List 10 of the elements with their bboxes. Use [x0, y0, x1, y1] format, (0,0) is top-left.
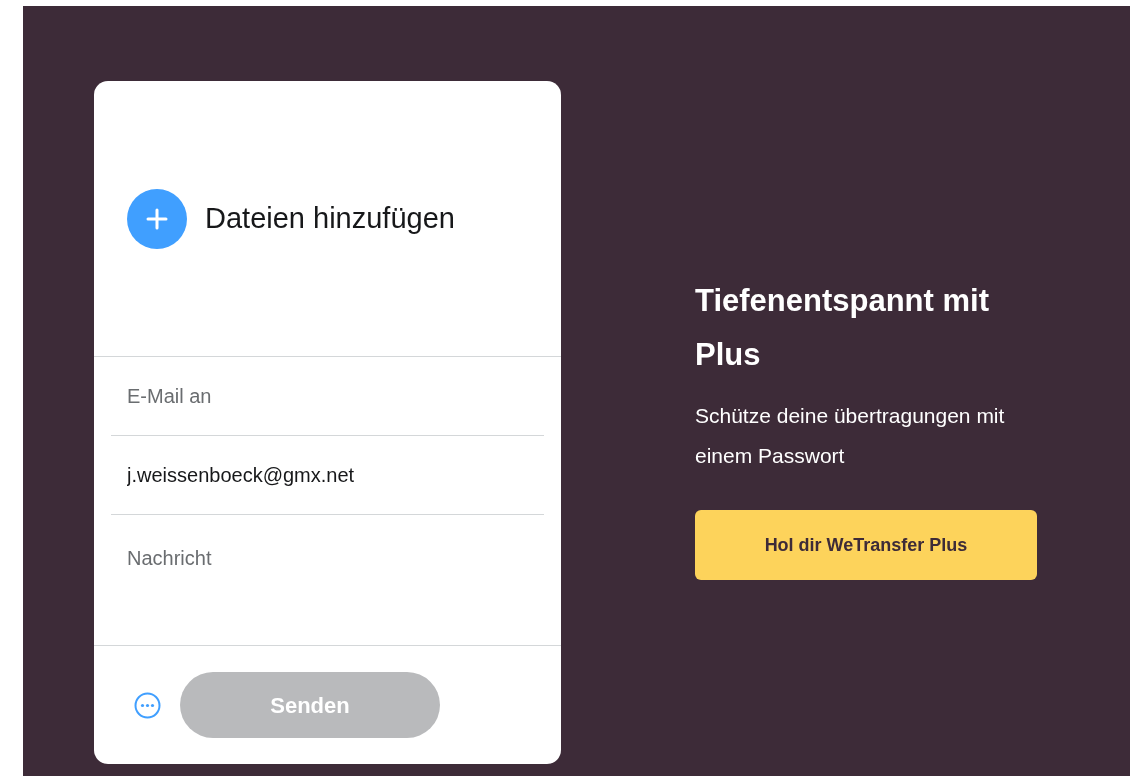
more-options-button[interactable]: [134, 691, 161, 719]
get-plus-button[interactable]: Hol dir WeTransfer Plus: [695, 510, 1037, 580]
message-field[interactable]: Nachricht: [111, 543, 544, 573]
promo-title: Tiefenentspannt mit Plus: [695, 282, 990, 374]
email-field[interactable]: E-Mail an: [111, 381, 544, 411]
add-files-label: Dateien hinzufügen: [205, 200, 455, 236]
add-files-button[interactable]: Dateien hinzufügen: [127, 188, 455, 249]
plus-icon: [127, 188, 187, 249]
recipient-field[interactable]: j.weissenboeck@gmx.net: [111, 460, 544, 490]
promo-text: Schütze deine übertragungen mit einem Passwort: [695, 403, 1006, 469]
